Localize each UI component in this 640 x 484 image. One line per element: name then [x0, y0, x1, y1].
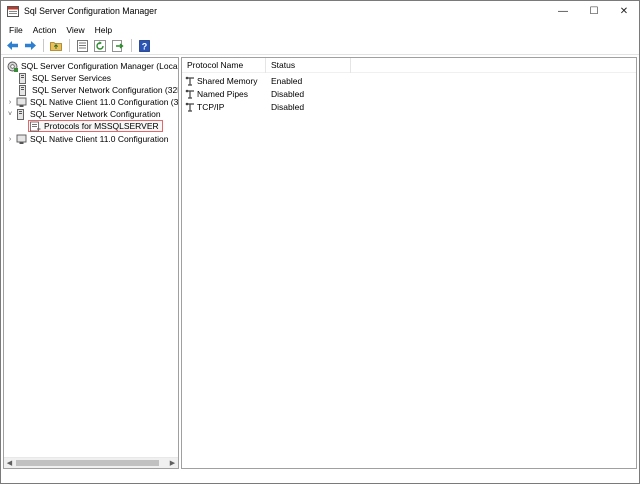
protocol-name: TCP/IP [197, 102, 225, 112]
menu-bar: File Action View Help [1, 22, 639, 37]
back-button[interactable] [4, 38, 20, 53]
properties-icon [76, 39, 88, 52]
app-icon [7, 6, 19, 17]
title-bar[interactable]: Sql Server Configuration Manager — ☐ ✕ [1, 1, 639, 22]
horizontal-scrollbar[interactable]: ◀ ▶ [4, 457, 178, 468]
scroll-left-icon[interactable]: ◀ [4, 458, 15, 468]
tree-item-network-config[interactable]: ˅ SQL Server Network Configuration [6, 108, 161, 120]
up-one-level-button[interactable] [48, 38, 64, 53]
menu-help[interactable]: Help [90, 25, 117, 35]
tree-item-network-config-32bit[interactable]: SQL Server Network Configuration (32bit [18, 84, 179, 96]
tree-item-protocols-mssqlserver[interactable]: Protocols for MSSQLSERVER [28, 120, 163, 132]
app-window: Sql Server Configuration Manager — ☐ ✕ F… [0, 0, 640, 484]
protocol-status: Disabled [271, 89, 305, 99]
protocol-name: Shared Memory [197, 76, 258, 86]
tree-item-label: SQL Server Services [32, 73, 112, 83]
maximize-button[interactable]: ☐ [580, 1, 608, 22]
list-item[interactable]: TCP/IP Disabled [182, 101, 636, 113]
minimize-icon: — [558, 6, 568, 17]
list-header: Protocol Name Status [182, 58, 636, 73]
close-button[interactable]: ✕ [610, 1, 638, 22]
toolbar-separator [69, 39, 70, 52]
protocols-icon [30, 121, 41, 132]
server-icon [18, 72, 29, 84]
column-header-status[interactable]: Status [266, 58, 351, 73]
chevron-down-icon[interactable]: ˅ [6, 111, 14, 118]
toolbar: ? [1, 37, 639, 55]
server-icon [18, 84, 29, 96]
refresh-button[interactable] [92, 38, 108, 53]
protocol-status: Disabled [271, 102, 305, 112]
export-list-button[interactable] [110, 38, 126, 53]
toolbar-separator [43, 39, 44, 52]
menu-file[interactable]: File [4, 25, 28, 35]
minimize-button[interactable]: — [549, 1, 577, 22]
help-button[interactable]: ? [136, 38, 152, 53]
protocol-icon [185, 89, 195, 99]
tree-root[interactable]: SQL Server Configuration Manager (Local) [7, 60, 179, 72]
tree-item-label: SQL Native Client 11.0 Configuration [30, 134, 169, 144]
toolbar-separator [131, 39, 132, 52]
menu-view[interactable]: View [61, 25, 89, 35]
protocol-name: Named Pipes [197, 89, 249, 99]
list-item[interactable]: Shared Memory Enabled [182, 75, 636, 87]
help-icon: ? [138, 39, 150, 52]
selected-tree-item[interactable]: Protocols for MSSQLSERVER [28, 120, 163, 132]
protocol-icon [185, 102, 195, 112]
scrollbar-thumb[interactable] [16, 460, 159, 466]
client-icon [16, 97, 27, 108]
server-icon [16, 108, 27, 120]
column-header-protocol-name[interactable]: Protocol Name [182, 58, 266, 73]
tree-item-label: SQL Server Network Configuration (32bit [32, 85, 179, 95]
tree-root-label: SQL Server Configuration Manager (Local) [21, 61, 179, 71]
export-icon [112, 39, 124, 52]
list-item[interactable]: Named Pipes Disabled [182, 88, 636, 100]
svg-text:?: ? [141, 41, 147, 51]
folder-up-icon [50, 42, 62, 51]
back-arrow-icon [6, 41, 18, 50]
forward-button[interactable] [22, 38, 38, 53]
chevron-right-icon[interactable]: › [6, 136, 14, 143]
client-icon [16, 134, 27, 145]
tree-item-label: Protocols for MSSQLSERVER [44, 121, 159, 131]
console-tree[interactable]: SQL Server Configuration Manager (Local)… [3, 57, 179, 469]
status-bar [1, 471, 639, 483]
scroll-right-icon[interactable]: ▶ [167, 458, 178, 468]
forward-arrow-icon [24, 41, 36, 50]
tree-item-native-client-32bit[interactable]: › SQL Native Client 11.0 Configuration (… [6, 96, 179, 108]
config-manager-icon [7, 61, 18, 72]
tree-item-sql-server-services[interactable]: SQL Server Services [18, 72, 111, 84]
results-pane: Protocol Name Status Shared Memory Enabl… [181, 57, 637, 469]
tree-item-label: SQL Server Network Configuration [30, 109, 161, 119]
window-title: Sql Server Configuration Manager [24, 6, 158, 16]
close-icon: ✕ [619, 6, 629, 17]
refresh-icon [94, 39, 106, 52]
protocol-icon [185, 76, 195, 86]
chevron-right-icon[interactable]: › [6, 99, 14, 106]
maximize-icon: ☐ [589, 6, 599, 17]
tree-item-label: SQL Native Client 11.0 Configuration (32… [30, 97, 179, 107]
properties-button[interactable] [74, 38, 90, 53]
tree-item-native-client[interactable]: › SQL Native Client 11.0 Configuration [6, 133, 169, 145]
menu-action[interactable]: Action [28, 25, 62, 35]
protocol-status: Enabled [271, 76, 303, 86]
